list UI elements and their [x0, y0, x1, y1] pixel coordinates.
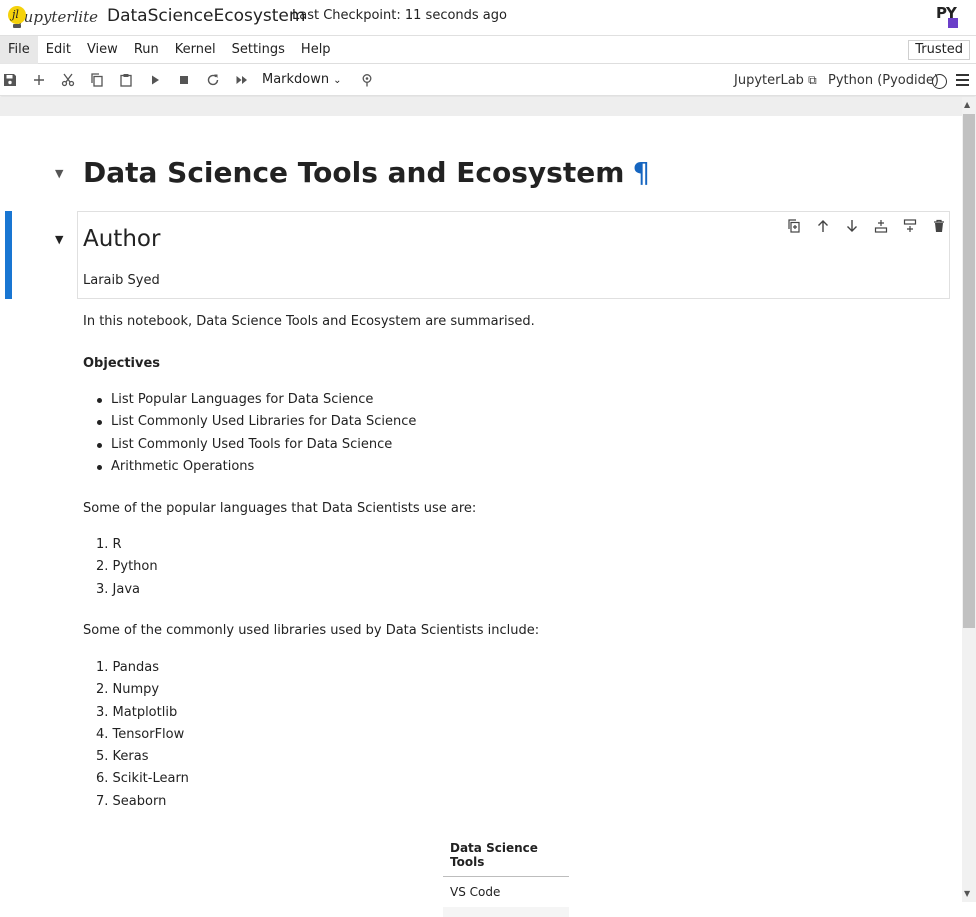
cell-type-dropdown[interactable]: Markdown ⌄ [262, 70, 342, 90]
menu-kernel[interactable]: Kernel [167, 36, 224, 64]
pyodide-badge [948, 18, 958, 28]
jupyterlab-link-label: JupyterLab [734, 73, 804, 88]
intro-text: In this notebook, Data Science Tools and… [83, 314, 535, 329]
menubar: File Edit View Run Kernel Settings Help … [0, 35, 976, 64]
table-cell: VS Code [450, 885, 501, 899]
objectives-list: List Popular Languages for Data Science … [95, 392, 416, 481]
menu-run[interactable]: Run [126, 36, 167, 64]
save-icon[interactable] [0, 70, 20, 90]
list-item: 3. Java [96, 581, 140, 597]
lightbulb-icon: jl [8, 6, 26, 28]
languages-intro: Some of the popular languages that Data … [83, 501, 477, 516]
stop-icon[interactable] [174, 70, 194, 90]
list-item: List Popular Languages for Data Science [95, 392, 416, 414]
table-row: VS Code [443, 877, 569, 908]
list-item: 1. Pandas [96, 660, 159, 675]
restart-icon[interactable] [203, 70, 223, 90]
kernel-status-icon [932, 74, 947, 89]
author-name: Laraib Syed [83, 273, 160, 288]
list-item: 2. Numpy [96, 682, 160, 698]
collapse-author-icon[interactable]: ▼ [55, 233, 63, 246]
debugger-icon[interactable] [357, 70, 377, 90]
table-cell [443, 907, 569, 917]
notebook-toolbar: Markdown ⌄ JupyterLab ⧉ Python (Pyodide) [0, 64, 976, 96]
menu-settings[interactable]: Settings [224, 36, 293, 64]
list-item: 2. Python [96, 559, 158, 575]
fast-forward-icon[interactable] [232, 70, 252, 90]
notebook-heading-text: Data Science Tools and Ecosystem [83, 156, 625, 189]
duplicate-cell-icon[interactable] [779, 217, 808, 235]
external-link-icon: ⧉ [808, 73, 817, 87]
pyodide-logo: PY [936, 3, 962, 31]
author-heading: Author [83, 226, 161, 252]
delete-cell-icon[interactable] [924, 217, 953, 235]
list-item: 7. Seaborn [96, 793, 167, 809]
table-row [443, 907, 569, 917]
languages-list: 1. R 2. Python 3. Java [96, 537, 158, 604]
insert-above-icon[interactable] [866, 217, 895, 235]
libraries-list: 1. Pandas 2. Numpy 3. Matplotlib 4. Tens… [96, 660, 189, 816]
trusted-button[interactable]: Trusted [908, 40, 970, 60]
logo-text: jupyterlite [19, 8, 98, 26]
objectives-heading: Objectives [83, 356, 161, 371]
menu-file[interactable]: File [0, 35, 38, 64]
menu-help[interactable]: Help [293, 36, 339, 64]
chevron-down-icon: ⌄ [333, 75, 342, 86]
menu-view[interactable]: View [79, 36, 126, 64]
insert-below-icon[interactable] [895, 217, 924, 235]
checkpoint-status: Last Checkpoint: 11 seconds ago [292, 8, 507, 23]
cell-actions-toolbar [779, 217, 953, 235]
kernel-name[interactable]: Python (Pyodide) [828, 73, 939, 88]
table-header: Data Science Tools [443, 834, 569, 877]
menu-edit[interactable]: Edit [38, 36, 79, 64]
move-down-icon[interactable] [837, 217, 866, 235]
scroll-down-arrow-icon[interactable]: ▼ [964, 889, 970, 898]
collapse-heading-icon[interactable]: ▼ [55, 167, 63, 180]
list-item: 6. Scikit-Learn [96, 771, 189, 787]
jupyterlab-link[interactable]: JupyterLab ⧉ [734, 73, 817, 88]
paste-icon[interactable] [116, 70, 136, 90]
tools-table: Data Science Tools VS Code [443, 834, 569, 917]
add-icon[interactable] [29, 70, 49, 90]
list-item: Arithmetic Operations [95, 459, 416, 481]
list-item: 1. R [96, 537, 122, 552]
libraries-intro: Some of the commonly used libraries used… [83, 623, 540, 638]
notebook-title[interactable]: DataScienceEcosystem [107, 6, 305, 26]
move-up-icon[interactable] [808, 217, 837, 235]
scrollbar-thumb[interactable] [963, 114, 975, 628]
cell-type-value: Markdown [262, 72, 330, 87]
list-item: 3. Matplotlib [96, 704, 178, 720]
list-item: List Commonly Used Libraries for Data Sc… [95, 414, 416, 436]
active-cell-indicator[interactable] [5, 211, 12, 299]
list-item: 5. Keras [96, 749, 149, 765]
top-header: jl jupyterlite DataScienceEcosystem Last… [0, 0, 976, 36]
scroll-up-arrow-icon[interactable]: ▲ [964, 100, 970, 109]
hamburger-menu-icon[interactable] [956, 74, 969, 86]
run-icon[interactable] [145, 70, 165, 90]
jupyterlite-logo[interactable]: jl jupyterlite [8, 3, 98, 31]
notebook-heading: Data Science Tools and Ecosystem ¶ [83, 156, 650, 189]
table-header-row: Data Science Tools [443, 834, 569, 877]
list-item: 4. TensorFlow [96, 726, 185, 742]
anchor-link[interactable]: ¶ [632, 156, 650, 189]
list-item: List Commonly Used Tools for Data Scienc… [95, 437, 416, 459]
cut-icon[interactable] [58, 70, 78, 90]
copy-icon[interactable] [87, 70, 107, 90]
